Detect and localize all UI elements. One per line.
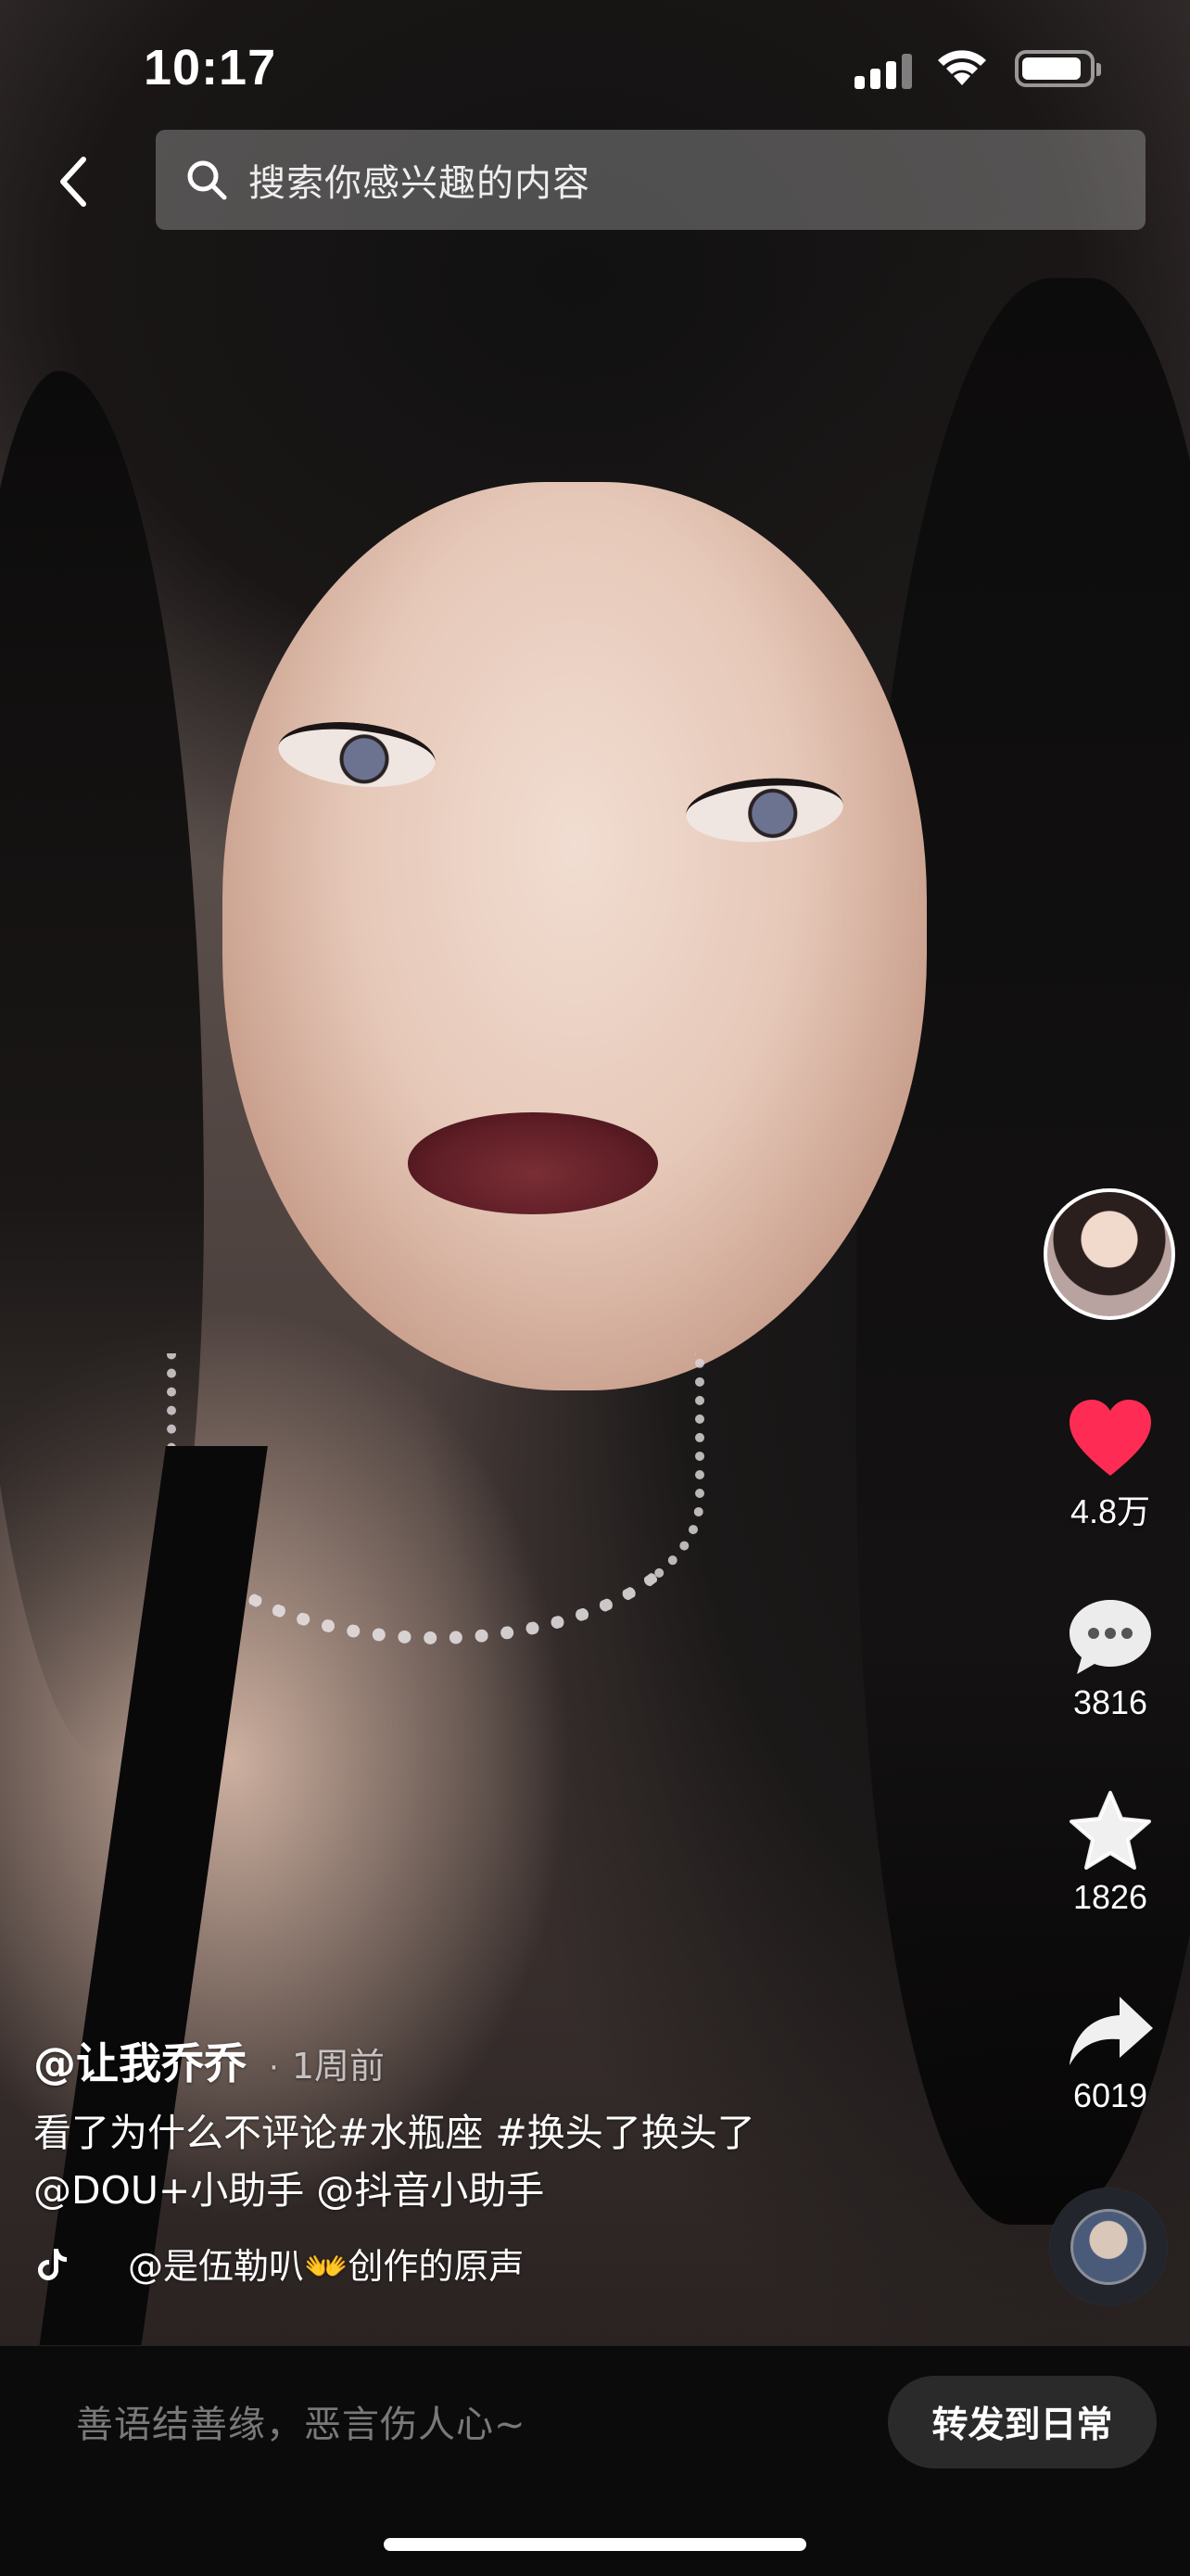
post-description[interactable]: 看了为什么不评论#水瓶座 #换头了换头了 @DOU+小助手 @抖音小助手 <box>33 2104 997 2219</box>
music-disc[interactable] <box>1049 2188 1168 2306</box>
post-time: 1周前 <box>291 2046 385 2087</box>
music-info[interactable]: @是伍勒叭👐创作的原声 <box>33 2238 997 2289</box>
status-bar: 10:17 <box>0 0 1190 130</box>
share-button[interactable]: 6019 <box>1038 1993 1183 2115</box>
creator-avatar[interactable] <box>1044 1188 1175 1320</box>
dot-separator: · <box>269 2049 279 2087</box>
music-cover <box>1070 2209 1146 2285</box>
star-icon <box>1070 1791 1151 1870</box>
description-line-2: @DOU+小助手 @抖音小助手 <box>33 2168 545 2213</box>
chevron-left-icon <box>60 157 86 207</box>
search-input[interactable]: 搜索你感兴趣的内容 <box>156 130 1146 230</box>
favorite-button[interactable]: 1826 <box>1038 1789 1183 1917</box>
home-indicator <box>384 2538 806 2551</box>
search-placeholder: 搜索你感兴趣的内容 <box>248 162 590 205</box>
comment-button[interactable]: 3816 <box>1038 1596 1183 1722</box>
author-name[interactable]: @让我乔乔 <box>33 2030 247 2091</box>
status-time: 10:17 <box>144 40 277 95</box>
battery-level <box>1022 57 1081 80</box>
post-caption: @让我乔乔 · 1周前 看了为什么不评论#水瓶座 #换头了换头了 @DOU+小助… <box>33 2030 997 2289</box>
share-arrow-icon <box>1070 1997 1153 2065</box>
comment-input[interactable]: 善语结善缘，恶言伤人心~ <box>76 2394 526 2448</box>
battery-icon <box>1015 50 1101 87</box>
back-button[interactable] <box>37 145 111 219</box>
like-count: 4.8万 <box>1070 1492 1151 1530</box>
video-frame[interactable] <box>0 0 1190 2345</box>
heart-icon <box>1070 1400 1151 1476</box>
search-icon <box>187 160 227 200</box>
comment-bubble-icon <box>1070 1600 1151 1674</box>
like-button[interactable]: 4.8万 <box>1038 1398 1183 1533</box>
video-lips <box>408 1112 658 1214</box>
video-face <box>222 482 927 1390</box>
tiktok-music-icon <box>38 2248 67 2280</box>
share-count: 6019 <box>1072 2076 1148 2114</box>
wifi-icon <box>938 50 986 85</box>
share-to-daily-button[interactable]: 转发到日常 <box>888 2376 1157 2468</box>
favorite-count: 1826 <box>1072 1878 1148 1916</box>
music-title: @是伍勒叭👐创作的原声 <box>128 2246 525 2287</box>
comment-count: 3816 <box>1072 1683 1148 1721</box>
description-line-1: 看了为什么不评论#水瓶座 #换头了换头了 <box>33 2111 755 2155</box>
